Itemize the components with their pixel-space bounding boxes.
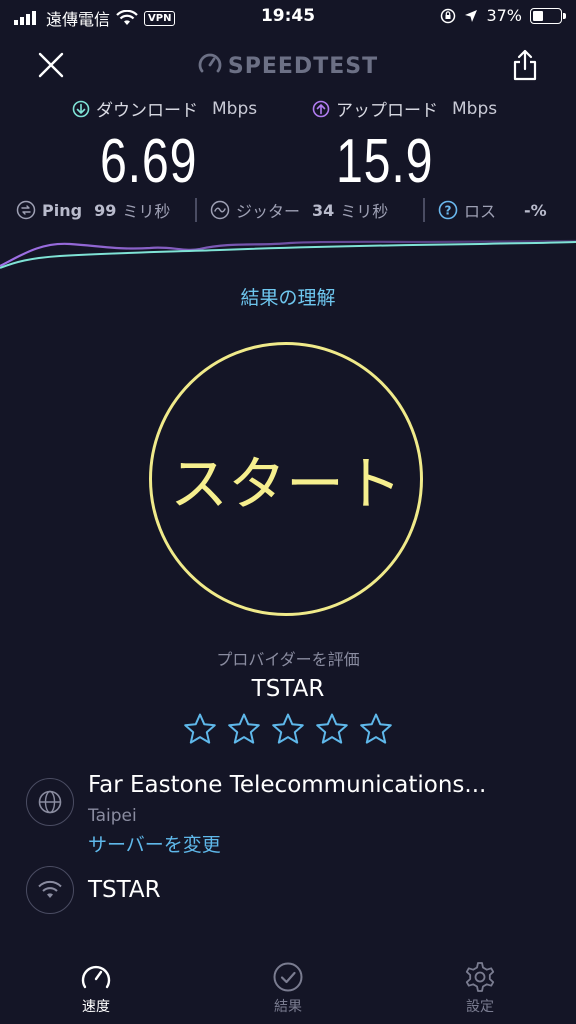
upload-label: アップロード Mbps: [312, 96, 497, 121]
star-icon[interactable]: [359, 712, 393, 746]
rating-stars: [0, 712, 576, 746]
globe-icon: [38, 790, 62, 814]
upload-label-text: アップロード: [336, 101, 438, 121]
isp-name: TSTAR: [88, 877, 161, 903]
brand-logo: SPEEDTEST: [0, 52, 576, 79]
tab-speed[interactable]: 速度: [51, 960, 141, 1016]
star-icon[interactable]: [315, 712, 349, 746]
tab-bar: 速度 結果 設定: [0, 950, 576, 1024]
status-right: 37%: [440, 6, 566, 25]
stats-divider: [423, 198, 425, 222]
tab-results[interactable]: 結果: [243, 960, 333, 1016]
ping-unit: ミリ秒: [122, 202, 171, 221]
battery-fill: [533, 10, 543, 21]
rate-provider-label: プロバイダーを評価: [216, 650, 360, 669]
tab-settings-label: 設定: [466, 999, 494, 1015]
download-value: 6.69: [100, 127, 198, 196]
download-label-text: ダウンロード: [96, 101, 198, 121]
speedtest-logo-icon: [198, 53, 222, 73]
provider-name: TSTAR: [251, 676, 325, 702]
server-name: Far Eastone Telecommunications...: [88, 772, 487, 798]
brand-name: SPEEDTEST: [227, 54, 379, 79]
battery-percent: 37%: [486, 6, 522, 25]
battery-icon: [530, 7, 566, 24]
stats-row: Ping 99 ミリ秒 ジッター 34 ミリ秒 ? ロス -%: [0, 198, 576, 226]
star-icon[interactable]: [271, 712, 305, 746]
connection-wifi-icon: [26, 866, 74, 914]
ping-stat: Ping 99 ミリ秒: [16, 198, 170, 222]
ping-icon: [16, 200, 36, 220]
loss-label: ロス: [464, 202, 497, 221]
star-icon[interactable]: [183, 712, 217, 746]
help-icon[interactable]: ?: [438, 200, 458, 220]
share-icon[interactable]: [510, 48, 540, 82]
tab-results-label: 結果: [274, 999, 302, 1015]
jitter-stat: ジッター 34 ミリ秒: [210, 198, 388, 222]
upload-value: 15.9: [336, 127, 434, 196]
upload-unit: Mbps: [452, 98, 498, 119]
ping-value: 99: [94, 200, 117, 220]
status-bar: 遠傳電信 VPN 19:45 37%: [0, 0, 576, 34]
change-server-link[interactable]: サーバーを変更: [88, 830, 221, 857]
jitter-label: ジッター: [236, 202, 301, 221]
speed-graph: [0, 239, 576, 269]
svg-text:?: ?: [445, 204, 452, 218]
star-icon[interactable]: [227, 712, 261, 746]
speedometer-icon: [81, 965, 111, 989]
upload-arrow-icon: [312, 100, 330, 117]
understand-results-link[interactable]: 結果の理解: [0, 283, 576, 310]
location-icon: [465, 9, 478, 22]
jitter-unit: ミリ秒: [340, 202, 389, 221]
download-label: ダウンロード Mbps: [72, 96, 257, 121]
download-arrow-icon: [72, 100, 90, 117]
jitter-value: 34: [312, 200, 335, 220]
orientation-lock-icon: [441, 8, 456, 23]
tab-settings[interactable]: 設定: [435, 960, 525, 1016]
check-circle-icon: [273, 962, 303, 992]
server-globe-icon: [26, 778, 74, 826]
server-city: Taipei: [88, 806, 137, 826]
loss-value: -%: [524, 200, 547, 220]
wifi-icon: [38, 880, 62, 898]
stats-divider: [195, 198, 197, 222]
gear-icon: [465, 962, 495, 992]
loss-stat: ? ロス -%: [438, 198, 547, 222]
start-button[interactable]: スタート: [149, 342, 423, 616]
download-unit: Mbps: [212, 98, 258, 119]
jitter-icon: [210, 200, 230, 220]
tab-speed-label: 速度: [82, 999, 110, 1015]
ping-label: Ping: [42, 200, 83, 220]
